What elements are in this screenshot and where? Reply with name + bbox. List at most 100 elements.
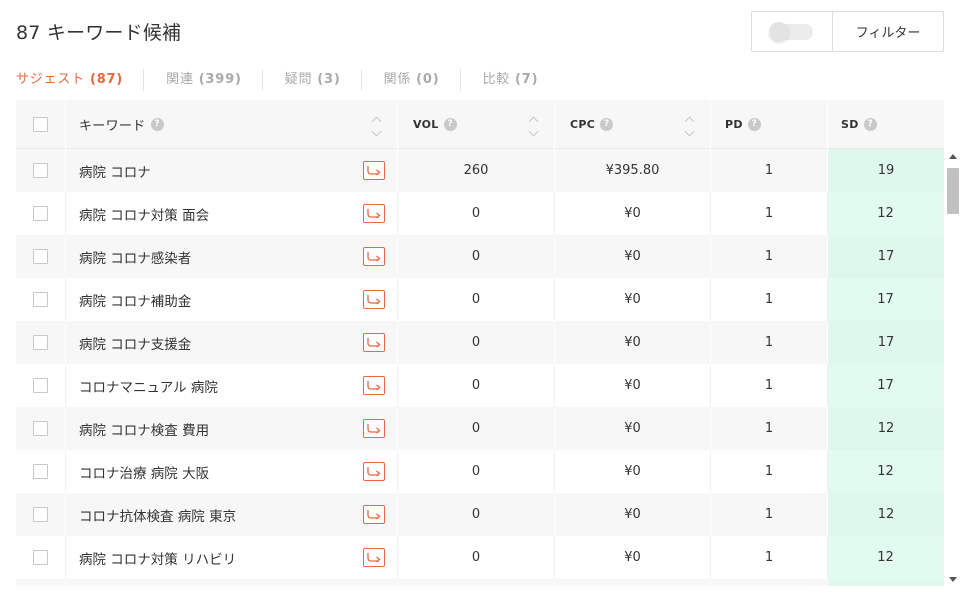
tab-label: 疑問 [284, 72, 313, 87]
arrow-right-icon[interactable] [363, 247, 385, 266]
question-circle-icon[interactable]: ? [747, 118, 761, 131]
sort-icon[interactable] [528, 116, 538, 137]
cpc-cell: ¥0 [555, 192, 711, 235]
sd-cell: 12 [828, 450, 944, 493]
row-checkbox[interactable] [33, 249, 48, 264]
row-select-cell [16, 450, 66, 493]
row-checkbox[interactable] [33, 335, 48, 350]
keyword-text[interactable]: 病院 コロナ対策 リハビリ [79, 548, 236, 568]
row-select-cell [16, 493, 66, 536]
column-header-sd[interactable]: SD ? [828, 100, 944, 149]
pd-cell: 1 [711, 278, 828, 321]
tab-count: (399) [198, 72, 242, 87]
question-circle-icon[interactable]: ? [443, 118, 457, 131]
vol-cell: 0 [398, 450, 555, 493]
question-circle-icon[interactable]: ? [600, 118, 614, 131]
keyword-text[interactable]: 病院 コロナ補助金 [79, 290, 191, 310]
row-checkbox[interactable] [33, 421, 48, 436]
keyword-text[interactable]: コロナ抗体検査 病院 東京 [79, 505, 236, 525]
table-header: キーワード ? VOL ? CPC ? PD ? SD ? [16, 100, 944, 149]
table-row[interactable]: 病院 コロナ支援金 0 ¥0 1 17 [16, 321, 944, 364]
table-row[interactable]: 病院 コロナ対策 リハビリ 0 ¥0 1 12 [16, 536, 944, 579]
tab-count: (7) [515, 72, 539, 87]
scrollbar[interactable] [946, 150, 961, 586]
table-row[interactable]: 病院 コロナ 260 ¥395.80 1 19 [16, 149, 944, 192]
pd-cell: 1 [711, 450, 828, 493]
tab-label: 関係 [383, 72, 412, 87]
toggle-knob[interactable] [769, 21, 789, 42]
table-row[interactable]: 病院 コロナ感染者 0 ¥0 1 17 [16, 235, 944, 278]
pd-cell: 1 [711, 235, 828, 278]
cpc-cell: ¥0 [555, 321, 711, 364]
arrow-right-icon[interactable] [363, 204, 385, 223]
row-checkbox[interactable] [33, 378, 48, 393]
row-checkbox[interactable] [33, 206, 48, 221]
vol-cell: 0 [398, 493, 555, 536]
keyword-text[interactable]: コロナ治療 病院 大阪 [79, 462, 209, 482]
column-header-pd[interactable]: PD ? [711, 100, 828, 149]
toggle-track[interactable] [769, 21, 813, 42]
pd-cell: 1 [711, 536, 828, 579]
keyword-cell: 病院 コロナ補助金 [66, 278, 398, 321]
cpc-cell: ¥0 [555, 278, 711, 321]
table-row[interactable]: コロナマニュアル 病院 0 ¥0 1 17 [16, 364, 944, 407]
row-checkbox[interactable] [33, 507, 48, 522]
vol-cell: 0 [398, 321, 555, 364]
row-select-cell [16, 278, 66, 321]
scrollbar-thumb[interactable] [947, 168, 959, 214]
row-select-cell [16, 364, 66, 407]
scroll-up-icon[interactable] [949, 154, 957, 159]
table-row[interactable]: 病院 コロナ対策 面会 0 ¥0 1 12 [16, 192, 944, 235]
row-select-cell [16, 235, 66, 278]
column-header-vol[interactable]: VOL ? [398, 100, 555, 149]
arrow-right-icon[interactable] [363, 505, 385, 524]
toggle-switch[interactable] [752, 12, 833, 51]
vol-cell: 0 [398, 192, 555, 235]
filter-button[interactable]: フィルター [833, 12, 943, 51]
arrow-right-icon[interactable] [363, 419, 385, 438]
tab-relations[interactable]: 関係 (0) [384, 69, 461, 91]
select-all-checkbox[interactable] [33, 117, 48, 132]
row-select-cell [16, 579, 66, 586]
tab-questions[interactable]: 疑問 (3) [285, 69, 362, 91]
arrow-right-icon[interactable] [363, 333, 385, 352]
row-checkbox[interactable] [33, 163, 48, 178]
column-header-cpc[interactable]: CPC ? [555, 100, 711, 149]
page-title: 87 キーワード候補 [16, 22, 182, 44]
arrow-right-icon[interactable] [363, 161, 385, 180]
keyword-text[interactable]: 病院 コロナ検査 費用 [79, 419, 209, 439]
row-checkbox[interactable] [33, 292, 48, 307]
arrow-right-icon[interactable] [363, 290, 385, 309]
keyword-text[interactable]: 病院 コロナ支援金 [79, 333, 191, 353]
table-row[interactable]: コロナ抗体検査 病院 東京 0 ¥0 1 12 [16, 493, 944, 536]
tab-related[interactable]: 関連 (399) [166, 69, 263, 91]
pd-cell: 1 [711, 493, 828, 536]
sort-icon[interactable] [371, 116, 381, 137]
table-row[interactable]: 病院 コロナ検査 費用 0 ¥0 1 12 [16, 407, 944, 450]
sort-icon[interactable] [684, 116, 694, 137]
tab-compare[interactable]: 比較 (7) [483, 69, 559, 91]
question-circle-icon[interactable]: ? [150, 118, 164, 131]
arrow-right-icon[interactable] [363, 462, 385, 481]
arrow-right-icon[interactable] [363, 548, 385, 567]
keyword-text[interactable]: 病院 コロナ対策 面会 [79, 204, 209, 224]
keyword-cell: コロナ治療 病院 大阪 [66, 450, 398, 493]
column-label: SD [841, 118, 859, 131]
arrow-right-icon[interactable] [363, 376, 385, 395]
cpc-cell: ¥0 [555, 450, 711, 493]
tab-suggest[interactable]: サジェスト (87) [16, 69, 145, 91]
scroll-down-icon[interactable] [949, 577, 957, 582]
column-header-keyword[interactable]: キーワード ? [66, 100, 398, 149]
table-row[interactable]: コロナ治療 病院 大阪 0 ¥0 1 12 [16, 450, 944, 493]
table-row[interactable]: 病院 コロナ補助金 0 ¥0 1 17 [16, 278, 944, 321]
table-row[interactable] [16, 579, 944, 586]
tab-count: (0) [416, 72, 440, 87]
cpc-cell: ¥0 [555, 493, 711, 536]
question-circle-icon[interactable]: ? [863, 118, 877, 131]
keyword-text[interactable]: コロナマニュアル 病院 [79, 376, 218, 396]
row-checkbox[interactable] [33, 550, 48, 565]
keyword-text[interactable]: 病院 コロナ [79, 161, 151, 181]
pd-cell: 1 [711, 192, 828, 235]
keyword-text[interactable]: 病院 コロナ感染者 [79, 247, 191, 267]
row-checkbox[interactable] [33, 464, 48, 479]
